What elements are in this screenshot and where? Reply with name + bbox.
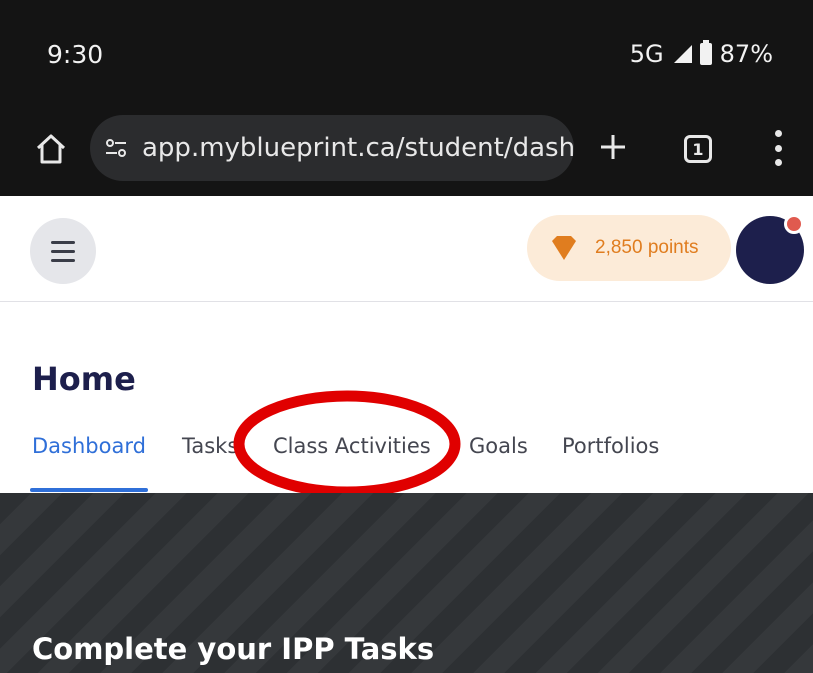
points-label: 2,850 points [595, 237, 699, 258]
battery-icon [699, 40, 712, 65]
tab-dashboard[interactable]: Dashboard [32, 434, 146, 458]
plus-icon[interactable] [596, 130, 630, 164]
tab-tasks[interactable]: Tasks [182, 434, 238, 458]
page-title: Home [32, 360, 136, 398]
home-icon[interactable] [34, 132, 68, 166]
address-bar[interactable]: app.myblueprint.ca/student/dashb [90, 115, 574, 181]
points-badge[interactable]: 2,850 points [527, 215, 731, 281]
banner-title: Complete your IPP Tasks [32, 632, 435, 666]
status-bar: 9:30 5G 87% [0, 0, 813, 106]
menu-icon [51, 240, 75, 244]
signal-icon [673, 45, 692, 63]
active-tab-indicator [30, 488, 148, 492]
tab-goals[interactable]: Goals [469, 434, 528, 458]
network-label: 5G [629, 40, 664, 68]
menu-button[interactable] [30, 218, 96, 284]
tab-portfolios[interactable]: Portfolios [562, 434, 659, 458]
gem-icon [552, 236, 576, 260]
tune-icon[interactable] [104, 136, 128, 160]
more-vert-icon[interactable] [773, 130, 783, 166]
annotation-ellipse [233, 390, 461, 498]
url-text: app.myblueprint.ca/student/dashb [142, 133, 574, 163]
tab-count: 1 [692, 139, 704, 159]
status-time: 9:30 [47, 40, 104, 69]
tabs-icon[interactable]: 1 [684, 135, 712, 163]
status-indicators: 5G 87% [630, 40, 773, 68]
battery-level: 87% [719, 40, 773, 68]
notification-dot [784, 214, 804, 234]
